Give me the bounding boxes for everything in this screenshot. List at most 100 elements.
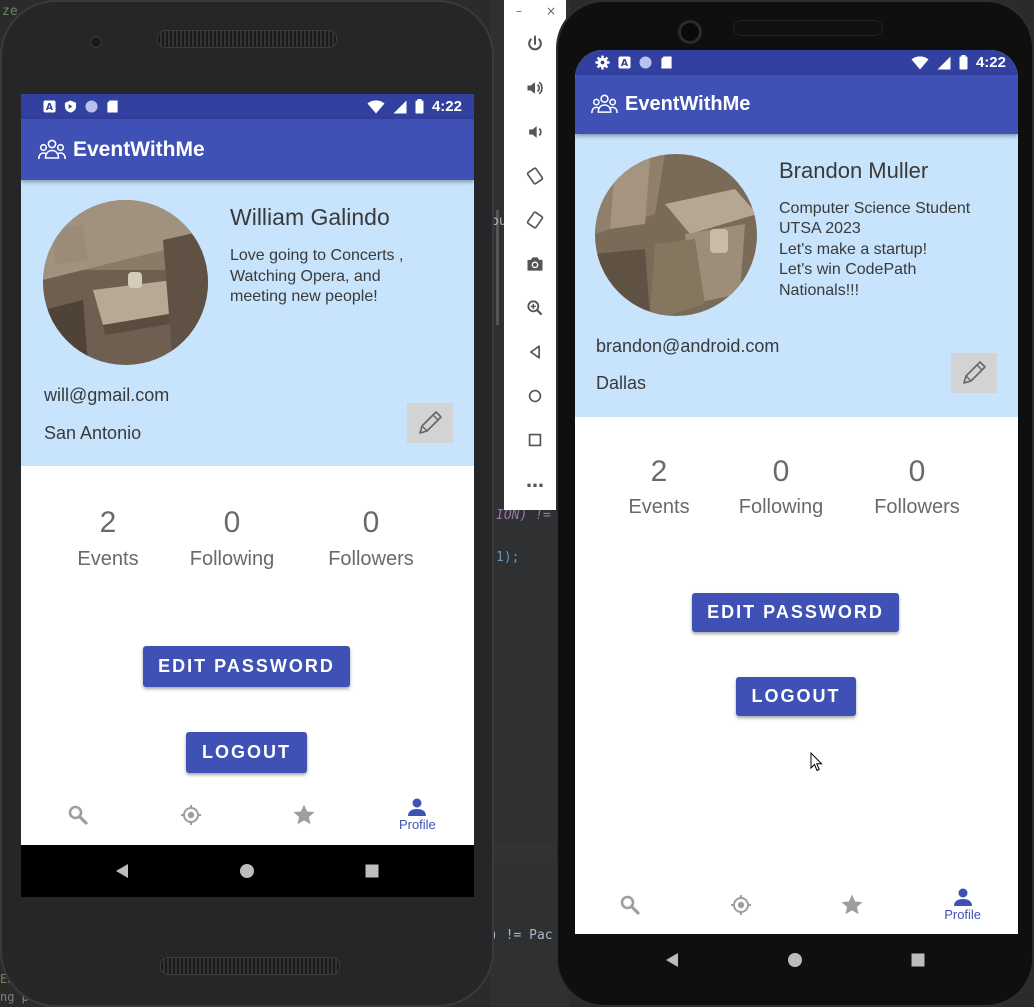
- rotate-right-button[interactable]: [520, 205, 550, 235]
- back-button[interactable]: [520, 337, 550, 367]
- edit-password-button[interactable]: EDIT PASSWORD: [692, 593, 899, 632]
- nav-nearby[interactable]: [686, 876, 797, 934]
- rotate-left-button[interactable]: [520, 161, 550, 191]
- code-token: 1);: [496, 550, 520, 565]
- nav-favorites[interactable]: [797, 876, 908, 934]
- minimize-button[interactable]: –: [516, 4, 522, 22]
- back-icon: [530, 345, 540, 359]
- edit-profile-button[interactable]: [407, 403, 453, 443]
- bottom-navigation: Profile: [575, 876, 1018, 934]
- screenshot-button[interactable]: [520, 249, 550, 279]
- profile-email: brandon@android.com: [596, 336, 780, 356]
- avatar[interactable]: [595, 154, 757, 316]
- followers-label: Followers: [874, 496, 960, 518]
- front-camera: [90, 36, 102, 48]
- shield-icon: [64, 100, 77, 113]
- power-icon: [528, 35, 542, 51]
- logout-button[interactable]: LOGOUT: [736, 677, 856, 716]
- avatar[interactable]: [43, 200, 208, 365]
- pencil-icon: [963, 361, 986, 384]
- followers-count: 0: [908, 455, 926, 488]
- back-icon[interactable]: [665, 952, 679, 968]
- camera-icon: [527, 257, 543, 271]
- app-notification-icon: A: [43, 100, 56, 113]
- overview-icon[interactable]: [365, 864, 379, 878]
- nav-search[interactable]: [575, 876, 686, 934]
- bio-line: Computer Science Student: [779, 200, 971, 217]
- status-icons-right: 4:22: [911, 54, 1006, 71]
- system-navigation-bar: [575, 934, 1018, 985]
- app-title: EventWithMe: [73, 137, 205, 161]
- bio-line: meeting new people!: [230, 288, 378, 305]
- profile-email: will@gmail.com: [44, 385, 170, 405]
- zoom-button[interactable]: [520, 293, 550, 323]
- events-label: Events: [628, 496, 690, 518]
- status-time: 4:22: [975, 54, 1006, 71]
- nav-favorites[interactable]: [248, 787, 361, 843]
- app-notification-icon: A: [618, 56, 631, 69]
- more-button[interactable]: …: [520, 466, 550, 496]
- signal-icon: [937, 56, 951, 69]
- edit-profile-button[interactable]: [951, 353, 997, 393]
- svg-text:A: A: [621, 58, 629, 69]
- sd-card-icon: [661, 56, 672, 69]
- app-title: EventWithMe: [625, 93, 751, 115]
- overview-button[interactable]: [520, 425, 550, 455]
- following-count: 0: [772, 455, 790, 488]
- top-speaker: [157, 30, 337, 48]
- wifi-icon: [367, 99, 385, 113]
- edit-password-button[interactable]: EDIT PASSWORD: [143, 646, 350, 687]
- profile-bio: Computer Science Student UTSA 2023 Let's…: [779, 199, 970, 301]
- status-time: 4:22: [431, 98, 462, 115]
- wifi-icon: [911, 55, 929, 69]
- search-icon: [68, 805, 88, 825]
- crosshair-icon: [731, 895, 752, 915]
- overview-icon[interactable]: [911, 953, 925, 967]
- star-icon: [841, 894, 863, 915]
- top-speaker: [733, 20, 883, 36]
- home-icon: [528, 389, 542, 403]
- settings-icon: [595, 55, 610, 70]
- nav-profile[interactable]: Profile: [907, 876, 1018, 934]
- status-bar: A 4:22: [575, 50, 1018, 75]
- following-count: 0: [223, 506, 241, 539]
- bio-line: Nationals!!!: [779, 281, 860, 299]
- profile-name: William Galindo: [230, 204, 390, 230]
- nav-search[interactable]: [21, 787, 134, 843]
- profile-name: Brandon Muller: [779, 158, 929, 183]
- nav-profile-label: Profile: [398, 817, 436, 832]
- phone-screen-left: A 4:22 EventWithMe William Galindo Love …: [21, 94, 474, 897]
- home-icon[interactable]: [239, 863, 255, 879]
- close-button[interactable]: ×: [546, 4, 556, 22]
- bio-line: Watching Opera, and: [230, 267, 381, 285]
- code-line: ) != Pac: [490, 928, 553, 943]
- nav-profile[interactable]: Profile: [361, 787, 474, 843]
- code-line: 1);: [496, 550, 519, 565]
- status-bar: A 4:22: [21, 94, 474, 119]
- bio-line: Let's make a startup!: [779, 240, 928, 258]
- events-label: Events: [77, 548, 139, 570]
- logout-button[interactable]: LOGOUT: [186, 732, 307, 773]
- back-icon[interactable]: [115, 863, 129, 879]
- home-icon[interactable]: [787, 952, 803, 968]
- code-token: ION) !=: [496, 508, 551, 523]
- svg-text:A: A: [46, 102, 54, 113]
- volume-down-icon: [529, 126, 542, 138]
- home-button[interactable]: [520, 381, 550, 411]
- volume-up-button[interactable]: [520, 73, 550, 103]
- battery-icon: [415, 99, 424, 114]
- circle-notification-icon: [639, 56, 652, 69]
- bio-line: UTSA 2023: [779, 220, 861, 238]
- following-label: Following: [738, 496, 824, 518]
- followers-count: 0: [362, 506, 380, 539]
- nav-nearby[interactable]: [134, 787, 247, 843]
- rotate-right-icon: [526, 211, 544, 229]
- volume-down-button[interactable]: [520, 117, 550, 147]
- status-icons-right: 4:22: [367, 98, 462, 115]
- group-icon: [38, 139, 66, 159]
- following-label: Following: [189, 548, 275, 570]
- bottom-navigation: Profile: [21, 787, 474, 843]
- bottom-speaker: [160, 957, 340, 975]
- status-icons-left: A: [43, 100, 119, 113]
- power-button[interactable]: [520, 29, 550, 59]
